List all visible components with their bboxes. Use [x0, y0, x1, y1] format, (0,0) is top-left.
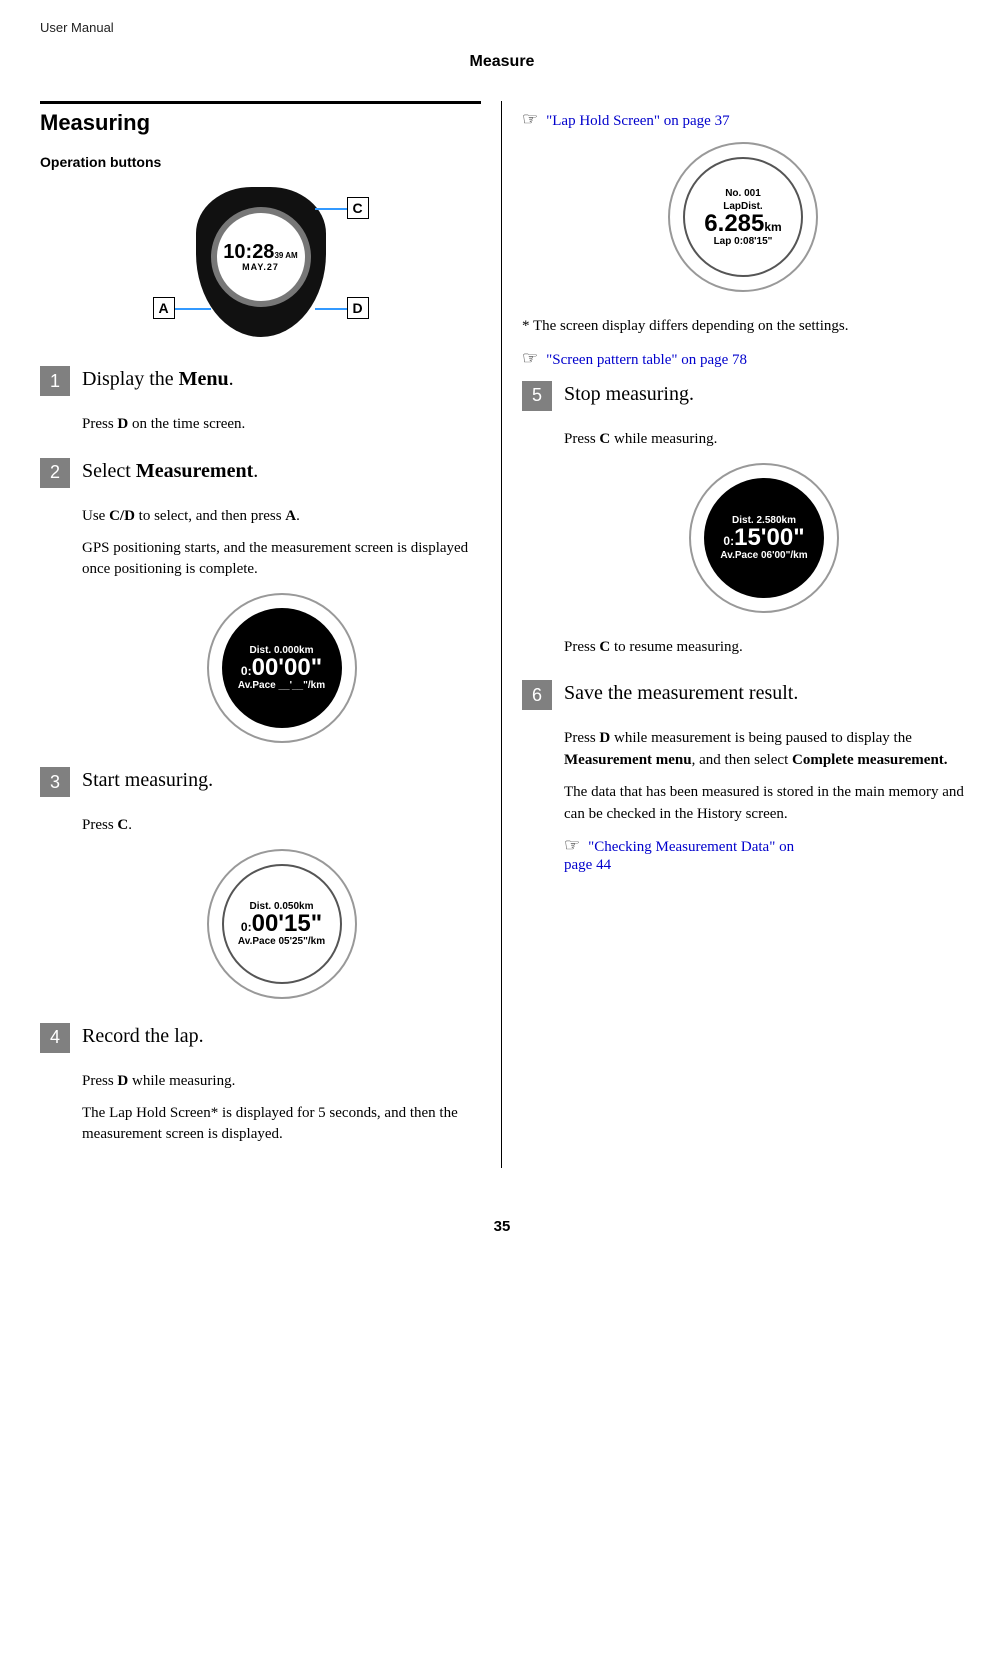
hand-icon: ☞	[522, 109, 538, 130]
step-number: 3	[40, 767, 70, 797]
figure-watch-stopped: Dist. 2.580km 0:15'00" Av.Pace 06'00"/km	[564, 463, 964, 613]
figure-operation-buttons: 10:2839 AM MAY.27 A C D	[40, 182, 481, 342]
xref-checking-data[interactable]: ☞ "Checking Measurement Data" on page 44	[564, 835, 964, 874]
footnote: * The screen display differs depending o…	[522, 316, 964, 338]
xref-screen-pattern[interactable]: ☞ "Screen pattern table" on page 78	[522, 348, 964, 369]
step-1: 1 Display the Menu. Press D on the time …	[82, 366, 481, 436]
watch-face: 10:2839 AM MAY.27	[211, 207, 311, 307]
step-body: Press C.	[82, 815, 481, 837]
step-2: 2 Select Measurement. Use C/D to select,…	[82, 458, 481, 743]
step-number: 1	[40, 366, 70, 396]
lap-number: No. 001	[725, 188, 761, 199]
step-title: Record the lap.	[82, 1023, 204, 1049]
step-title: Display the Menu.	[82, 366, 234, 392]
xref-lap-hold[interactable]: ☞ "Lap Hold Screen" on page 37	[522, 109, 964, 130]
section-header: Measure	[40, 53, 964, 71]
button-label-d: D	[347, 297, 369, 319]
page-number: 35	[40, 1218, 964, 1235]
step-3: 3 Start measuring. Press C. Dist. 0.050k…	[82, 767, 481, 999]
watch-date: MAY.27	[242, 262, 279, 272]
step-number: 5	[522, 381, 552, 411]
watch-main-time: 0:00'00"	[241, 656, 322, 680]
step-body: Press D while measuring. The Lap Hold Sc…	[82, 1071, 481, 1146]
watch-pace: Av.Pace 05'25"/km	[238, 936, 325, 947]
button-label-c: C	[347, 197, 369, 219]
step-body: Use C/D to select, and then press A. GPS…	[82, 506, 481, 581]
step-number: 2	[40, 458, 70, 488]
section-title: Measuring	[40, 110, 481, 136]
step-6: 6 Save the measurement result. Press D w…	[564, 680, 964, 874]
step-number: 4	[40, 1023, 70, 1053]
hand-icon: ☞	[522, 348, 538, 369]
step-body: Press C to resume measuring.	[564, 637, 964, 659]
watch-pace: Av.Pace __'__"/km	[238, 680, 325, 691]
subheading-operation-buttons: Operation buttons	[40, 154, 481, 170]
figure-watch-zero: Dist. 0.000km 0:00'00" Av.Pace __'__"/km	[82, 593, 481, 743]
watch-time: 10:2839 AM	[223, 242, 297, 262]
step-title: Stop measuring.	[564, 381, 694, 407]
lap-dist-value: 6.285km	[704, 212, 781, 236]
column-left: Measuring Operation buttons 10:2839 AM M…	[40, 101, 502, 1168]
column-right: ☞ "Lap Hold Screen" on page 37 No. 001 L…	[502, 101, 964, 1168]
step-4: 4 Record the lap. Press D while measurin…	[82, 1023, 481, 1146]
step-body: Press D on the time screen.	[82, 414, 481, 436]
step-title: Select Measurement.	[82, 458, 258, 484]
step-title: Start measuring.	[82, 767, 213, 793]
step-number: 6	[522, 680, 552, 710]
figure-watch-running: Dist. 0.050km 0:00'15" Av.Pace 05'25"/km	[82, 849, 481, 999]
lap-time: Lap 0:08'15"	[714, 236, 773, 247]
step-5: 5 Stop measuring. Press C while measurin…	[564, 381, 964, 659]
section-rule	[40, 101, 481, 104]
watch-pace: Av.Pace 06'00"/km	[720, 550, 807, 561]
step-body: Press D while measurement is being pause…	[564, 728, 964, 874]
leader-line	[315, 308, 347, 310]
button-label-a: A	[153, 297, 175, 319]
hand-icon: ☞	[564, 835, 580, 856]
figure-lap-hold: No. 001 LapDist. 6.285km Lap 0:08'15"	[522, 142, 964, 292]
watch-main-time: 0:15'00"	[723, 526, 804, 550]
watch-main-time: 0:00'15"	[241, 912, 322, 936]
two-column-layout: Measuring Operation buttons 10:2839 AM M…	[40, 101, 964, 1168]
leader-line	[175, 308, 211, 310]
step-title: Save the measurement result.	[564, 680, 798, 706]
leader-line	[315, 208, 347, 210]
doc-label: User Manual	[40, 20, 964, 35]
step-body: Press C while measuring.	[564, 429, 964, 451]
